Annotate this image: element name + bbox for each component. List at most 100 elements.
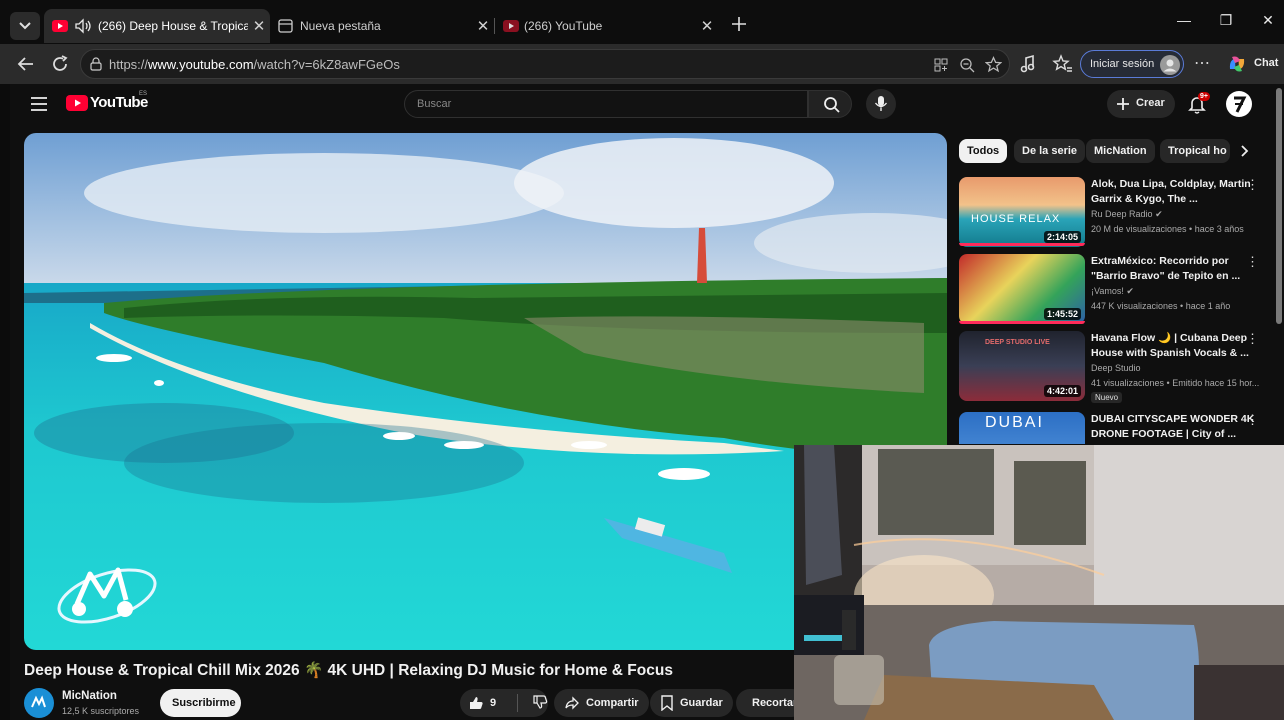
tab-youtube[interactable]: (266) YouTube ✕ — [496, 9, 718, 43]
audio-playing-icon[interactable] — [74, 18, 94, 34]
copilot-chat-button[interactable]: Chat — [1226, 52, 1282, 76]
search-input[interactable]: Buscar — [404, 90, 808, 118]
country-code: ES — [139, 91, 148, 97]
webcam-overlay — [794, 445, 1284, 720]
recommendation-item[interactable]: HOUSE RELAX 2:14:05 Alok, Dua Lipa, Cold… — [959, 177, 1259, 251]
channel-name[interactable]: MicNation — [62, 690, 117, 702]
save-label: Guardar — [680, 697, 723, 709]
notifications-button[interactable]: 9+ — [1186, 92, 1214, 116]
more-actions-icon[interactable]: ⋮ — [1246, 331, 1259, 347]
save-button[interactable]: Guardar — [650, 689, 733, 717]
create-button[interactable]: Crear — [1107, 90, 1175, 118]
recommendation-title: Havana Flow 🌙 | Cubana Deep House with S… — [1091, 332, 1249, 359]
recommendation-item[interactable]: DEEP STUDIO LIVE 4:42:01 Havana Flow 🌙 |… — [959, 331, 1259, 405]
plus-icon — [732, 17, 746, 31]
thumbs-up-icon — [470, 697, 483, 709]
video-thumbnail: 1:45:52 — [959, 254, 1085, 324]
thumbnail-text: DUBAI — [985, 414, 1044, 431]
recommendation-title: DUBAI CITYSCAPE WONDER 4K DRONE FOOTAGE … — [1091, 413, 1255, 440]
tab-new-tab[interactable]: Nueva pestaña ✕ — [272, 9, 494, 43]
minimize-button[interactable]: — — [1170, 12, 1198, 34]
close-tab-icon[interactable]: ✕ — [472, 17, 494, 35]
subscribe-button[interactable]: Suscribirme — [160, 689, 241, 717]
search-icon — [824, 97, 840, 113]
youtube-icon — [52, 20, 68, 32]
zoom-icon[interactable] — [959, 57, 975, 73]
voice-search-button[interactable] — [866, 89, 896, 119]
microphone-icon — [874, 96, 888, 111]
dislike-button[interactable] — [524, 694, 548, 713]
video-meta: 20 M de visualizaciones • hace 3 años — [1091, 224, 1244, 234]
youtube-logo[interactable]: YouTube ES — [66, 91, 156, 115]
channel-name-text: Ru Deep Radio — [1091, 209, 1153, 219]
close-window-button[interactable]: ✕ — [1254, 12, 1282, 34]
favorites-button[interactable] — [1050, 52, 1074, 76]
close-tab-icon[interactable]: ✕ — [696, 17, 718, 35]
music-extension-icon — [1020, 54, 1035, 73]
tab-deep-house[interactable]: (266) Deep House & Tropical Chill ✕ — [44, 9, 270, 43]
like-button[interactable]: 9 — [460, 695, 511, 711]
close-tab-icon[interactable]: ✕ — [248, 17, 270, 35]
signin-label: Iniciar sesión — [1090, 58, 1155, 70]
lock-icon[interactable] — [89, 57, 103, 71]
thumbnail-text: HOUSE RELAX — [971, 213, 1061, 225]
tab-title: (266) YouTube — [524, 19, 603, 33]
divider — [517, 694, 518, 712]
chip-todos[interactable]: Todos — [959, 139, 1008, 163]
chip-tropical-house[interactable]: Tropical ho — [1160, 139, 1230, 163]
favorites-icon — [1052, 54, 1072, 72]
address-bar[interactable]: https://www.youtube.com/watch?v=6kZ8awFG… — [80, 49, 1010, 79]
share-label: Compartir — [586, 697, 639, 709]
youtube-masthead: YouTube ES Buscar Crear 9+ — [10, 84, 1284, 124]
youtube-icon — [503, 20, 519, 32]
chip-micnation[interactable]: MicNation — [1086, 139, 1155, 163]
new-badge: Nuevo — [1091, 392, 1123, 403]
account-avatar[interactable] — [1226, 91, 1252, 117]
video-meta: 447 K visualizaciones • hace 1 año — [1091, 301, 1231, 311]
more-actions-icon[interactable]: ⋮ — [1246, 254, 1259, 270]
favorite-star-icon[interactable] — [985, 56, 1002, 73]
app-available-icon[interactable] — [933, 57, 949, 73]
signin-button[interactable]: Iniciar sesión — [1080, 50, 1184, 78]
sidebar-scrollbar[interactable] — [1276, 88, 1282, 324]
subscriber-count: 12,5 K suscriptores — [62, 706, 140, 716]
menu-icon[interactable] — [30, 96, 48, 112]
verified-icon: ✔ — [1155, 209, 1163, 219]
tab-separator — [494, 18, 495, 34]
more-options-button[interactable]: ⋯ — [1190, 52, 1214, 76]
search-button[interactable] — [808, 90, 852, 118]
share-button[interactable]: Compartir — [554, 689, 649, 717]
recommendation-title: Alok, Dua Lipa, Coldplay, Martin Garrix … — [1091, 178, 1251, 205]
watch-progress-bar — [959, 321, 1085, 324]
tab-actions-button[interactable] — [10, 12, 40, 40]
more-actions-icon[interactable]: ⋮ — [1246, 177, 1259, 193]
recommendation-item[interactable]: DUBAI DUBAI CITYSCAPE WONDER 4K DRONE FO… — [959, 412, 1259, 444]
refresh-button[interactable] — [48, 52, 72, 76]
tab-title: (266) Deep House & Tropical Chill — [98, 19, 248, 33]
chat-label: Chat — [1254, 57, 1279, 69]
channel-avatar[interactable] — [24, 688, 54, 718]
chevron-right-icon[interactable] — [1236, 143, 1252, 159]
channel-name-text: ¡Vamos! — [1091, 286, 1124, 296]
back-button[interactable] — [14, 52, 38, 76]
duration-badge: 4:42:01 — [1043, 385, 1081, 397]
plus-icon — [1117, 98, 1129, 110]
micnation-watermark-logo — [57, 567, 157, 624]
verified-icon: ✔ — [1126, 286, 1134, 296]
new-tab-button[interactable] — [728, 13, 750, 35]
extensions-button[interactable] — [1016, 52, 1040, 76]
maximize-button[interactable]: ❐ — [1212, 12, 1240, 34]
browser-toolbar: https://www.youtube.com/watch?v=6kZ8awFG… — [0, 44, 1284, 84]
more-actions-icon[interactable]: ⋮ — [1246, 412, 1259, 428]
refresh-icon — [53, 55, 68, 71]
chip-de-la-serie[interactable]: De la serie — [1014, 139, 1086, 163]
webcam-room-scene — [794, 445, 1284, 720]
video-thumbnail: HOUSE RELAX 2:14:05 — [959, 177, 1085, 247]
recommendation-item[interactable]: 1:45:52 ExtraMéxico: Recorrido por "Barr… — [959, 254, 1259, 328]
video-meta: 41 visualizaciones • Emitido hace 15 hor… — [1091, 378, 1260, 388]
youtube-logo-icon — [66, 95, 88, 111]
recommendation-title: ExtraMéxico: Recorrido por "Barrio Bravo… — [1091, 255, 1241, 282]
channel-name: Ru Deep Radio ✔ — [1091, 209, 1163, 220]
back-arrow-icon — [17, 57, 33, 71]
avatar-logo-icon — [1227, 92, 1251, 116]
